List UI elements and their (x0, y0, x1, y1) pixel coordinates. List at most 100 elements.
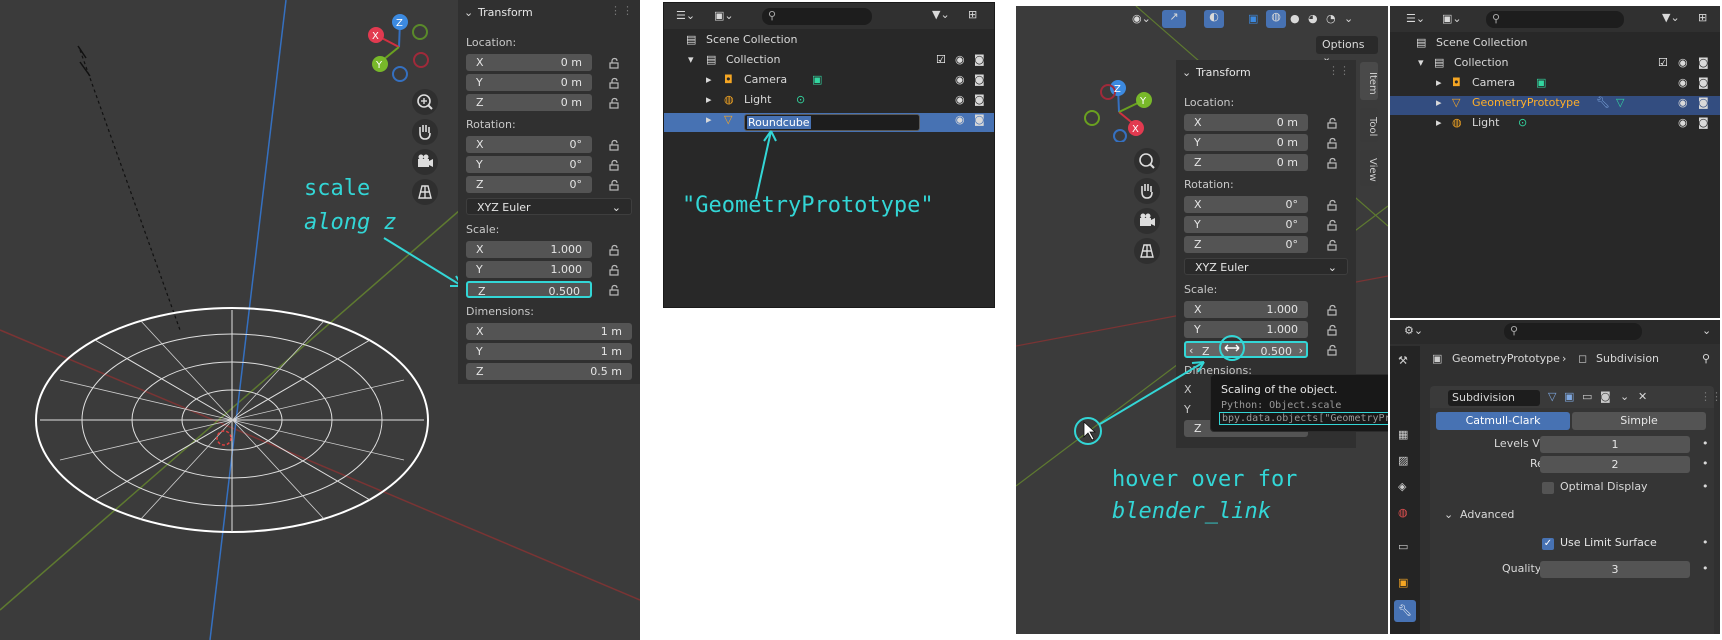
modifier-name-field[interactable]: Subdivision (1448, 390, 1540, 406)
location-label: Location: (466, 36, 517, 49)
dimensions-label: Dimensions: (466, 305, 534, 318)
location-x-field[interactable]: X0 m (466, 54, 592, 71)
dimensions-y-field[interactable]: Y1 m (466, 343, 632, 360)
animate-dot-icon[interactable]: • (1702, 562, 1709, 575)
right-viewport[interactable]: ◉⌄ ↗ ◐ ▣ ◍ ● ◕ ◔ ⌄ Options ⌄ Z Y X ⌄ Tra… (1016, 6, 1388, 634)
eye-icon[interactable]: ◉ (1678, 96, 1688, 109)
expand-chevron-icon[interactable]: ▸ (1436, 96, 1442, 109)
lock-icon[interactable] (608, 244, 620, 256)
tree-collection[interactable]: ▾ ▤ Collection ☑ ◉ ◙ (1390, 56, 1720, 75)
rotation-z-field[interactable]: Z 0° (466, 176, 592, 193)
use-limit-surface-checkbox[interactable]: ✓ (1542, 538, 1554, 550)
tooltip-title: Scaling of the object. (1221, 383, 1338, 396)
zoom-icon[interactable] (412, 89, 438, 115)
scale-z-field[interactable]: Z 0.500 (466, 281, 592, 298)
drag-handle-icon[interactable]: ⋮⋮ (1700, 390, 1722, 403)
world-tab-icon[interactable]: ◍ (1398, 506, 1408, 519)
object-tab-icon[interactable]: ▣ (1398, 576, 1408, 589)
display-mode-icon[interactable]: ☰⌄ (1406, 12, 1425, 25)
optimal-display-checkbox[interactable] (1542, 482, 1554, 494)
lock-icon[interactable] (608, 97, 620, 109)
optimal-display-label: Optimal Display (1560, 480, 1648, 493)
properties-editor: ⚙⌄ ⚲ ⌄ ⚒ ▦ ▨ ◈ ◍ ▭ ▣ 🔧︎ ▣ GeometryProtot… (1390, 320, 1722, 634)
scale-label: Scale: (466, 223, 500, 236)
lock-icon[interactable] (608, 57, 620, 69)
lock-icon[interactable] (608, 264, 620, 276)
modifier-dropdown-icon[interactable]: ⌄ (1620, 390, 1629, 403)
gizmo-x-label: X (372, 31, 379, 42)
expand-chevron-icon[interactable]: ▾ (1418, 56, 1424, 69)
lock-icon[interactable] (608, 179, 620, 191)
eye-icon[interactable]: ◉ (1678, 116, 1688, 129)
outliner-search-input[interactable]: ⚲ (1486, 11, 1624, 28)
animate-dot-icon[interactable]: • (1702, 536, 1709, 549)
filter-icon[interactable]: ▼⌄ (1662, 11, 1680, 24)
view-layer-tab-icon[interactable]: ◈ (1398, 480, 1406, 493)
collapse-chevron-icon[interactable]: ⌄ (464, 6, 473, 19)
scale-y-field[interactable]: Y 1.000 (466, 261, 592, 278)
modifier-breadcrumb-icon: ◻ (1578, 352, 1588, 365)
grid-perspective-icon[interactable] (412, 179, 438, 205)
expand-chevron-icon[interactable]: ▸ (1436, 76, 1442, 89)
rotation-y-field[interactable]: Y 0° (466, 156, 592, 173)
properties-search-input[interactable]: ⚲ (1504, 323, 1642, 340)
camera-render-icon[interactable]: ◙ (1698, 116, 1709, 129)
advanced-section-label[interactable]: Advanced (1460, 508, 1514, 521)
simple-button[interactable]: Simple (1572, 412, 1706, 430)
tree-item-camera[interactable]: ▸ ◘ Camera ▣ ◉ ◙ (1390, 76, 1720, 95)
lock-icon[interactable] (608, 139, 620, 151)
close-icon[interactable]: ✕ (1638, 390, 1647, 403)
mesh-data-icon: ▽ (1616, 96, 1625, 109)
lock-icon[interactable] (608, 284, 620, 296)
modifier-tab-wrench-icon[interactable]: 🔧︎ (1394, 600, 1416, 622)
axis-gizmo[interactable]: Z X Y (364, 12, 434, 82)
chevron-down-icon[interactable]: ⌄ (1702, 324, 1711, 337)
render-levels-field[interactable]: 2 (1540, 456, 1690, 473)
catmull-clark-button[interactable]: Catmull-Clark (1436, 412, 1570, 430)
rotation-mode-select[interactable]: XYZ Euler ⌄ (466, 198, 632, 215)
pin-icon[interactable]: ⚲ (1702, 352, 1710, 365)
tool-tab-icon[interactable]: ⚒ (1398, 354, 1408, 367)
hand-pan-icon[interactable] (412, 119, 438, 145)
eye-icon[interactable]: ◉ (1678, 56, 1688, 69)
lock-icon[interactable] (608, 159, 620, 171)
tree-scene-collection[interactable]: ▤ Scene Collection (1390, 36, 1720, 55)
camera-render-icon[interactable]: ◙ (1698, 56, 1709, 69)
dimensions-x-field[interactable]: X1 m (466, 323, 632, 340)
render-toggle-icon[interactable]: ◙ (1600, 390, 1611, 403)
camera-render-icon[interactable]: ◙ (1698, 96, 1709, 109)
filter-view-icon[interactable]: ▣⌄ (1442, 12, 1462, 25)
animate-dot-icon[interactable]: • (1702, 480, 1709, 493)
collection-tab-icon[interactable]: ▭ (1398, 540, 1408, 553)
animate-dot-icon[interactable]: • (1702, 457, 1709, 470)
lock-icon[interactable] (608, 77, 620, 89)
render-tab-icon[interactable]: ▦ (1398, 428, 1408, 441)
editor-type-icon[interactable]: ⚙⌄ (1404, 324, 1423, 337)
edit-mode-toggle-icon[interactable]: ▽ (1548, 390, 1556, 403)
left-transform-panel: ⌄ Transform ⋮⋮ Location: Rotation: XYZ E… (458, 0, 640, 384)
dimensions-z-field[interactable]: Z 0.5 m (466, 363, 632, 380)
quality-field[interactable]: 3 (1540, 561, 1690, 578)
viewport-toggle-icon[interactable]: ▭ (1582, 390, 1592, 403)
rotation-x-field[interactable]: X 0° (466, 136, 592, 153)
camera-view-icon[interactable] (412, 149, 438, 175)
eye-icon[interactable]: ◉ (1678, 76, 1688, 89)
levels-viewport-field[interactable]: 1 (1540, 436, 1690, 453)
location-y-field[interactable]: Y0 m (466, 74, 592, 91)
camera-data-icon: ▣ (1536, 76, 1547, 89)
location-z-field[interactable]: Z0 m (466, 94, 592, 111)
scale-x-field[interactable]: X 1.000 (466, 241, 592, 258)
animate-dot-icon[interactable]: • (1702, 437, 1709, 450)
expand-chevron-icon[interactable]: ▸ (1436, 116, 1442, 129)
breadcrumb-separator-icon: › (1562, 352, 1567, 365)
advanced-chevron-icon[interactable]: ⌄ (1444, 508, 1453, 521)
drag-handle-icon[interactable]: ⋮⋮ (610, 4, 634, 17)
cage-toggle-icon[interactable]: ▣ (1564, 390, 1574, 403)
camera-object-icon: ◘ (1452, 76, 1461, 89)
output-tab-icon[interactable]: ▨ (1398, 454, 1408, 467)
tree-item-light[interactable]: ▸ ◍ Light ⊙ ◉ ◙ (1390, 116, 1720, 135)
checkbox-icon[interactable]: ☑ (1658, 56, 1668, 69)
new-collection-icon[interactable]: ⊞ (1698, 11, 1707, 24)
camera-render-icon[interactable]: ◙ (1698, 76, 1709, 89)
tree-item-geometryprototype[interactable]: ▸ ▽ GeometryPrototype 🔧︎ ▽ ◉ ◙ (1390, 96, 1720, 115)
